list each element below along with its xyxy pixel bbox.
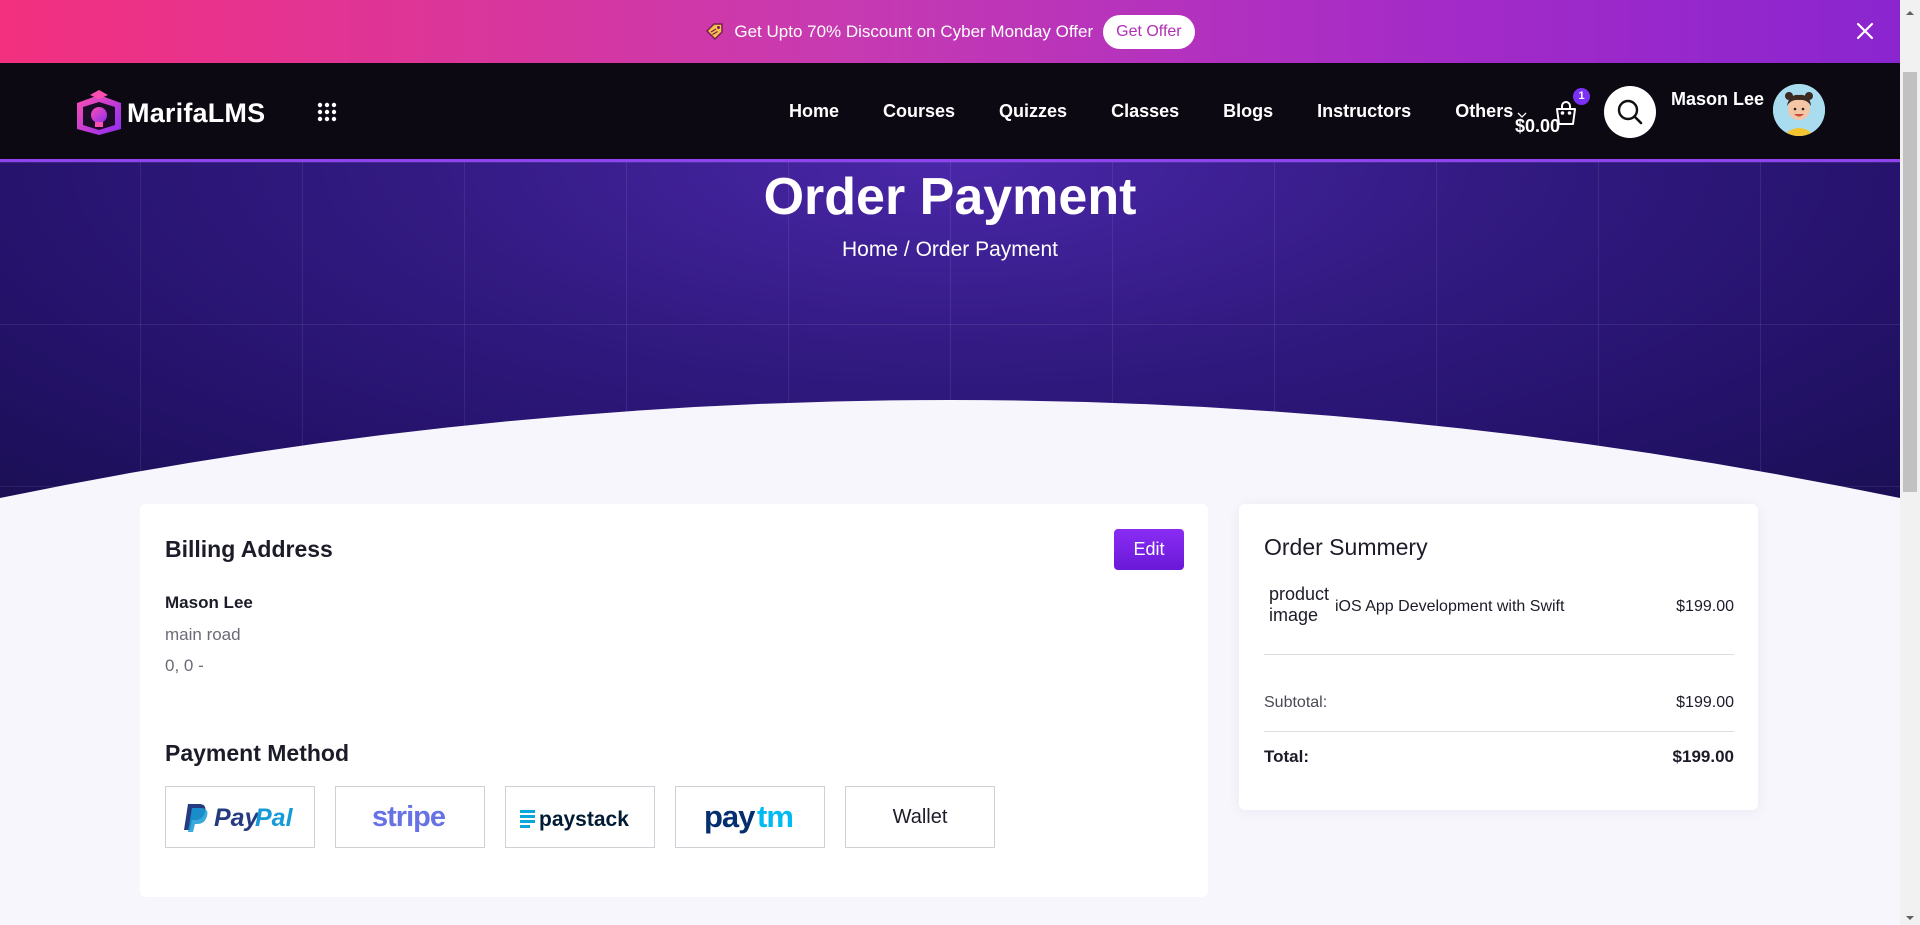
subtotal-value: $199.00	[1676, 694, 1734, 711]
payment-options: Pay Pal stripe paystack pay tm Wallet	[165, 786, 1015, 848]
page-scrollbar[interactable]	[1900, 0, 1920, 925]
svg-text:tm: tm	[757, 799, 793, 834]
paystack-option[interactable]: paystack	[505, 786, 655, 848]
user-balance: $0.00	[1514, 116, 1560, 136]
search-button[interactable]	[1604, 86, 1656, 138]
svg-text:stripe: stripe	[372, 801, 446, 833]
cart-count-badge: 1	[1573, 88, 1590, 105]
logo-mark-icon	[73, 87, 125, 139]
paypal-logo-icon: Pay Pal	[184, 804, 294, 832]
svg-text:Pay: Pay	[214, 804, 260, 832]
subtotal-label: Subtotal:	[1264, 694, 1328, 711]
total-value: $199.00	[1672, 747, 1734, 766]
billing-title: Billing Address	[165, 536, 333, 562]
stripe-option[interactable]: stripe	[335, 786, 485, 848]
svg-text:paystack: paystack	[539, 808, 629, 831]
promo-bar: Get Upto 70% Discount on Cyber Monday Of…	[0, 0, 1900, 63]
get-offer-button[interactable]: Get Offer	[1103, 14, 1195, 49]
site-header: MarifaLMS Home Courses Quizzes Classes B…	[0, 63, 1900, 162]
nav-classes[interactable]: Classes	[1111, 101, 1179, 122]
order-summary-card: Order Summery product image iOS App Deve…	[1239, 504, 1758, 810]
nav-instructors[interactable]: Instructors	[1317, 101, 1411, 122]
nav-home[interactable]: Home	[789, 101, 839, 122]
logo[interactable]: MarifaLMS	[73, 87, 265, 139]
svg-text:pay: pay	[704, 799, 756, 834]
summary-divider	[1264, 654, 1734, 655]
price-tag-icon	[705, 22, 725, 42]
nav-quizzes[interactable]: Quizzes	[999, 101, 1067, 122]
close-icon[interactable]	[1852, 18, 1878, 44]
scrollbar-thumb[interactable]	[1903, 72, 1917, 492]
nav-others-label: Others	[1455, 100, 1514, 121]
billing-name: Mason Lee	[165, 593, 253, 612]
nav-courses[interactable]: Courses	[883, 101, 955, 122]
billing-card: Billing Address Edit Mason Lee main road…	[140, 504, 1208, 897]
product-name: iOS App Development with Swift	[1335, 598, 1565, 615]
avatar[interactable]	[1773, 84, 1825, 136]
paystack-logo-icon: paystack	[520, 808, 629, 831]
search-icon	[1617, 99, 1643, 125]
paypal-option[interactable]: Pay Pal	[165, 786, 315, 848]
hero-banner: Order Payment Home / Order Payment	[0, 162, 1900, 498]
hero-curve	[0, 400, 1900, 498]
paytm-option[interactable]: pay tm	[675, 786, 825, 848]
wallet-option[interactable]: Wallet	[845, 786, 995, 848]
promo-text: Get Upto 70% Discount on Cyber Monday Of…	[734, 21, 1094, 41]
nav-blogs[interactable]: Blogs	[1223, 101, 1273, 122]
billing-line-2: 0, 0 -	[165, 656, 204, 675]
edit-button[interactable]: Edit	[1114, 529, 1184, 570]
user-name: Mason Lee	[1671, 89, 1765, 109]
stripe-logo-icon: stripe	[372, 801, 447, 833]
order-summary-title: Order Summery	[1264, 534, 1428, 560]
product-price: $199.00	[1676, 598, 1734, 615]
logo-text: MarifaLMS	[127, 97, 266, 128]
main-nav: Home Courses Quizzes Classes Blogs Instr…	[789, 63, 1558, 159]
svg-text:Pal: Pal	[255, 804, 294, 832]
total-label: Total:	[1264, 747, 1310, 766]
summary-divider	[1264, 731, 1734, 732]
billing-line-1: main road	[165, 625, 241, 644]
payment-method-title: Payment Method	[165, 740, 350, 766]
scroll-up-icon[interactable]	[1905, 5, 1915, 15]
scroll-down-icon[interactable]	[1905, 910, 1915, 920]
apps-grid-icon[interactable]	[316, 101, 338, 123]
paytm-logo-icon: pay tm	[704, 799, 794, 834]
product-image: product image	[1269, 584, 1329, 625]
